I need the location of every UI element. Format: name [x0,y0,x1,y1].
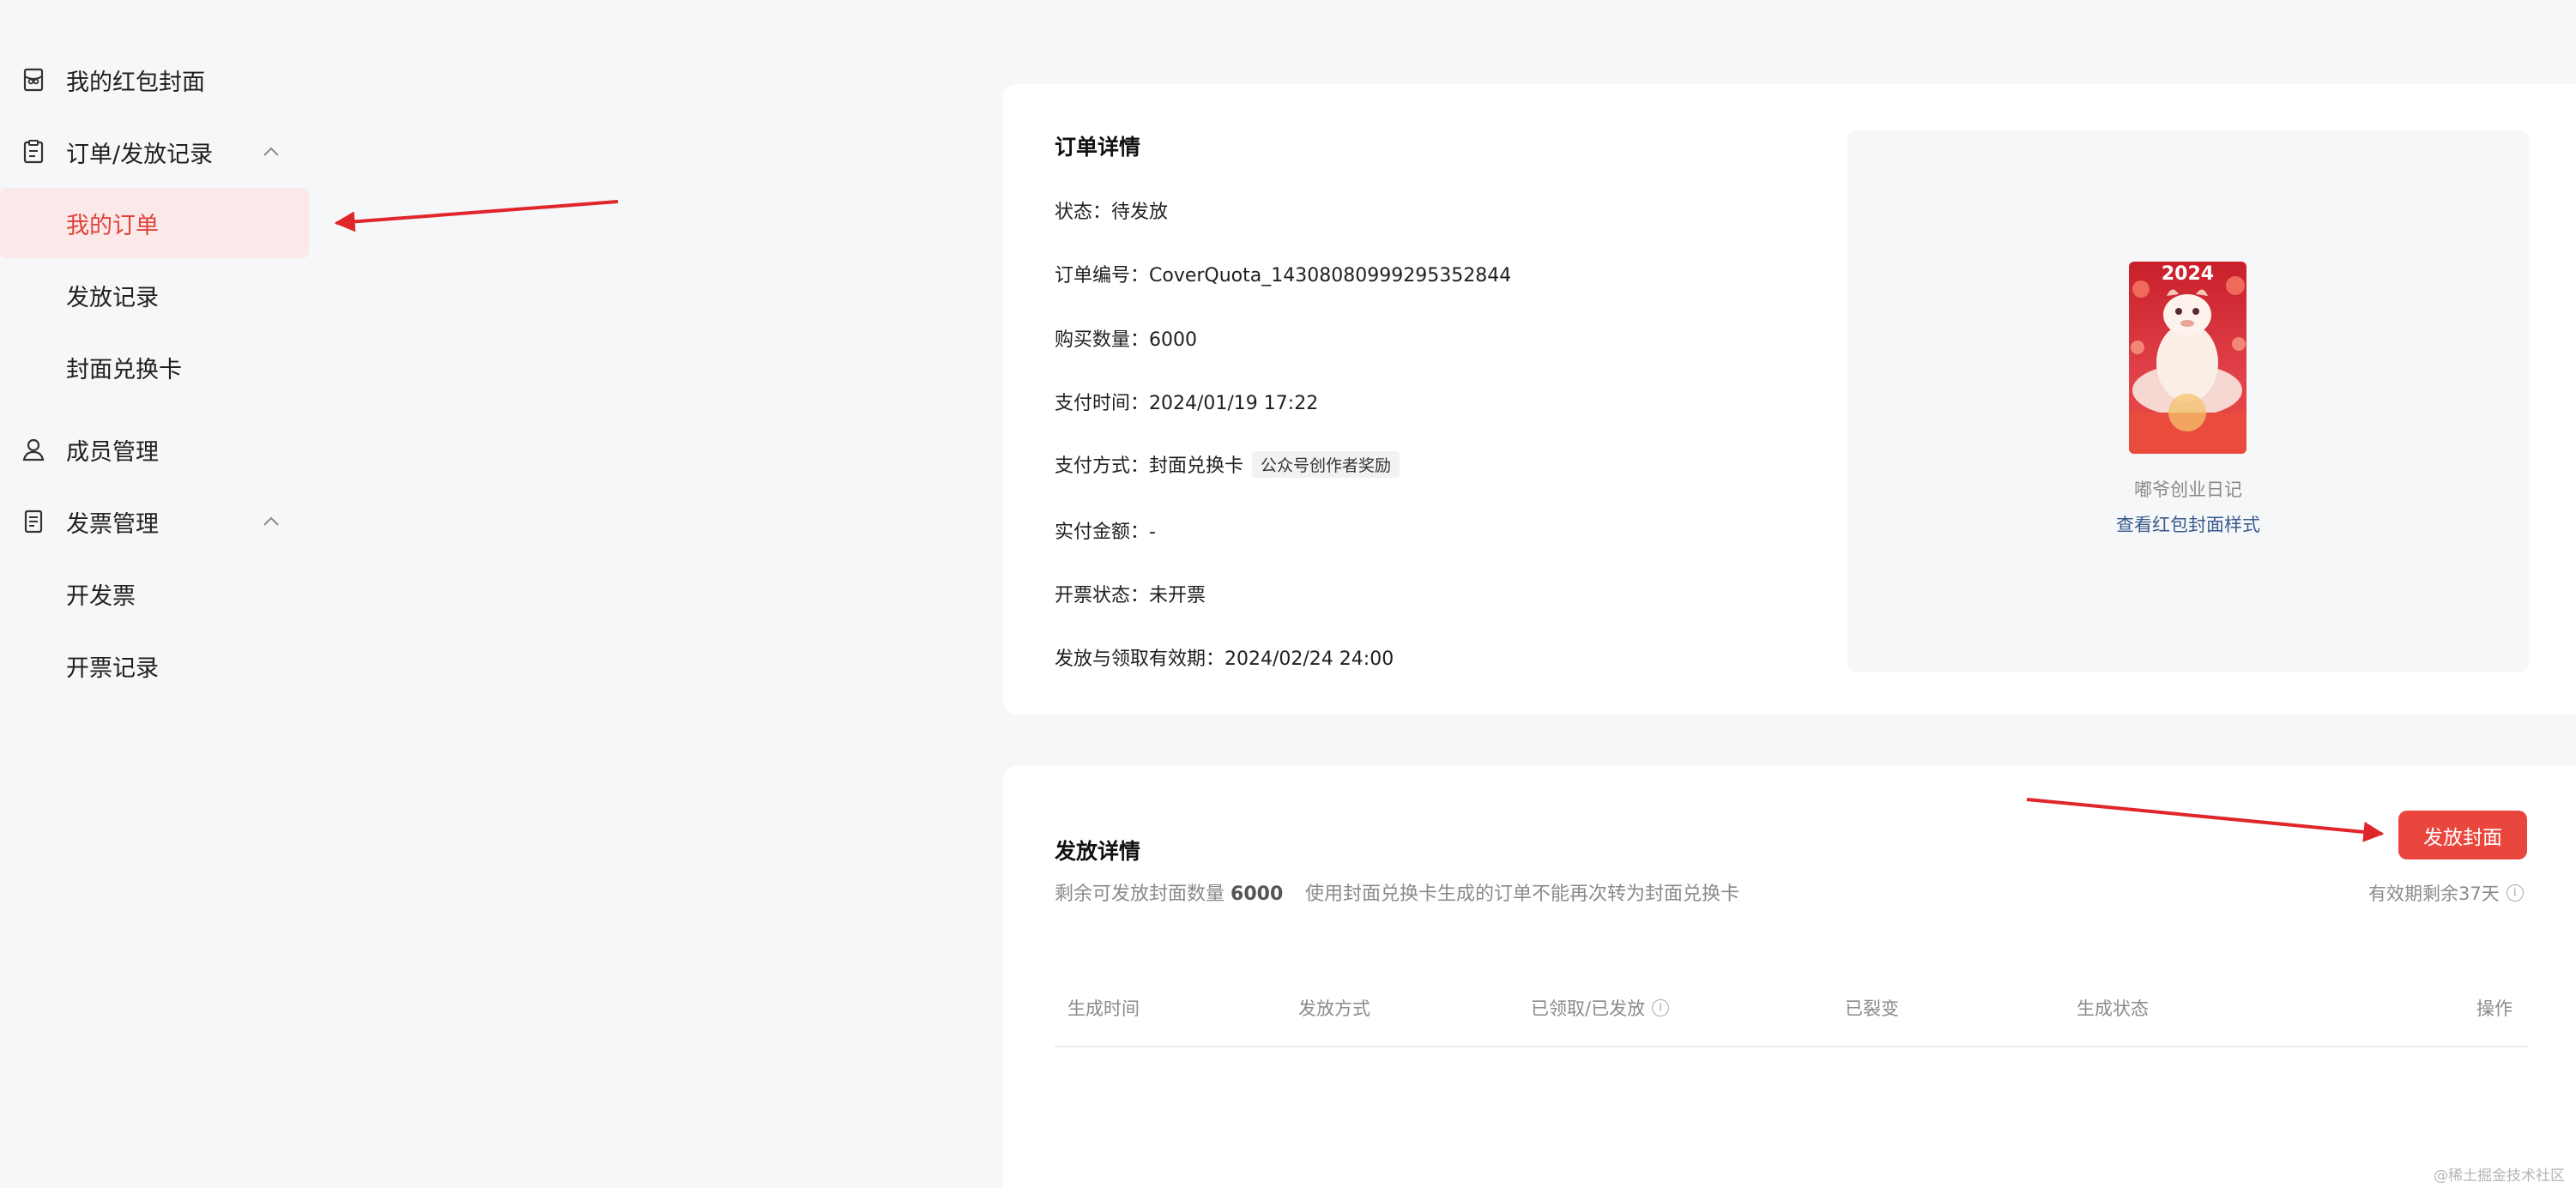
arrow-to-issue-button [2026,798,2385,842]
annotation-arrows [334,200,2385,842]
arrow-to-my-orders [334,200,619,232]
